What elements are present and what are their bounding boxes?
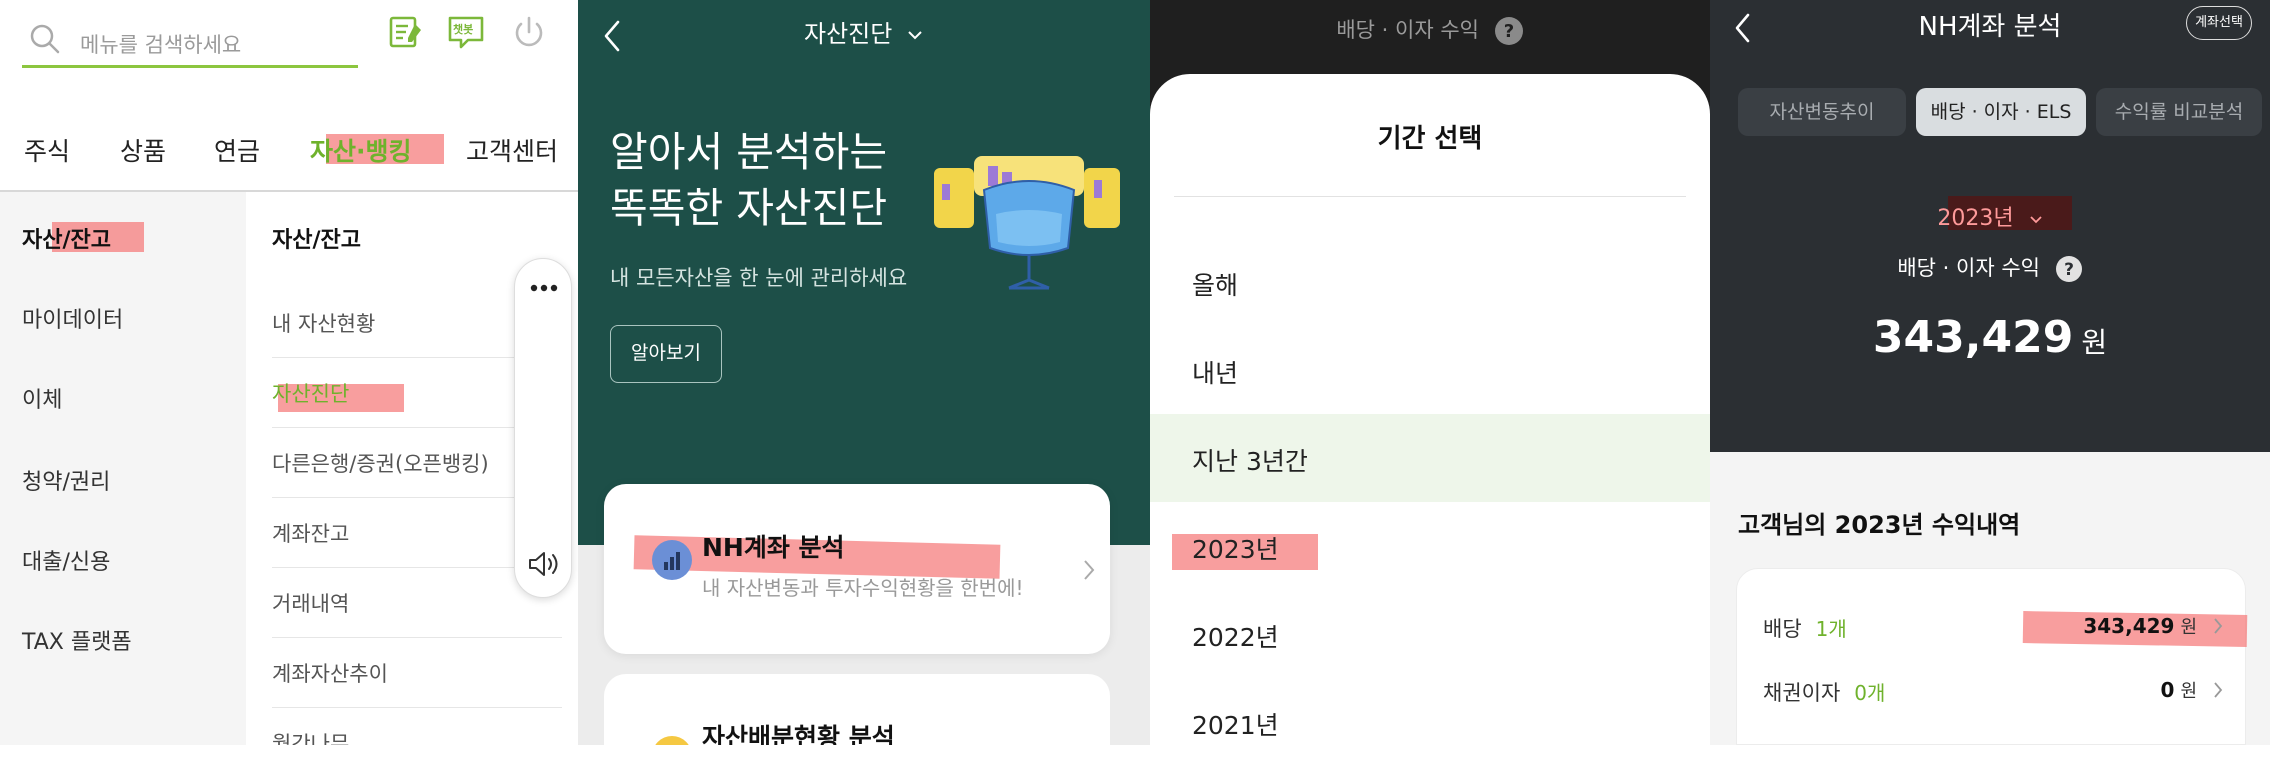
option-2021[interactable]: 2021년 bbox=[1150, 678, 1710, 745]
nav-tax-platform[interactable]: TAX 플랫폼 bbox=[22, 624, 132, 656]
power-icon[interactable] bbox=[509, 12, 549, 52]
hero-subtitle: 내 모든자산을 한 눈에 관리하세요 bbox=[610, 266, 908, 290]
tab-dividend-interest-els[interactable]: 배당 · 이자 · ELS bbox=[1916, 88, 2086, 136]
menu-search-bar[interactable]: 메뉴를 검색하세요 bbox=[22, 12, 358, 68]
learn-more-button[interactable]: 알아보기 bbox=[610, 325, 722, 383]
bottom-sheet: 기간 선택 올해 내년 지난 3년간 2023년 2022년 2021년 bbox=[1150, 74, 1710, 745]
section-title: 자산/잔고 bbox=[272, 228, 361, 253]
chevron-right-icon bbox=[1084, 560, 1095, 580]
card-title: NH계좌 분석 bbox=[702, 533, 845, 562]
total-income-amount: 343,429 원 bbox=[1872, 312, 2108, 363]
option-2023[interactable]: 2023년 bbox=[1150, 502, 1710, 590]
hero-headline: 알아서 분석하는 똑똑한 자산진단 bbox=[610, 128, 888, 232]
nav-subscription[interactable]: 청약/권리 bbox=[22, 464, 110, 496]
search-icon bbox=[30, 24, 60, 54]
chevron-right-icon bbox=[2214, 618, 2223, 634]
category-product[interactable]: 상품 bbox=[120, 132, 166, 168]
asset-allocation-card[interactable]: 자산배분현황 분석 bbox=[604, 674, 1110, 745]
chevron-down-icon bbox=[908, 31, 922, 40]
edit-icon[interactable] bbox=[386, 12, 426, 52]
more-icon[interactable] bbox=[529, 283, 559, 293]
dividend-value[interactable]: 343,429 원 bbox=[2083, 613, 2197, 639]
chevron-right-icon bbox=[2214, 682, 2223, 698]
allocation-icon bbox=[652, 736, 692, 745]
nav-mydata[interactable]: 마이데이터 bbox=[22, 302, 123, 334]
card-title: 자산배분현황 분석 bbox=[702, 723, 895, 745]
menu-item-monthly-tree[interactable]: 월간나무 bbox=[272, 708, 562, 745]
menu-panel: 메뉴를 검색하세요 챗봇 주식 상품 연금 자산·뱅킹 고객센터 자산/잔고 마… bbox=[0, 0, 578, 745]
svg-text:?: ? bbox=[2064, 260, 2074, 280]
nh-account-analysis-panel: NH계좌 분석 계좌선택 자산변동추이 배당 · 이자 · ELS 수익률 비교… bbox=[1710, 0, 2270, 745]
background-title: 배당 · 이자 수익 ? bbox=[1150, 14, 1710, 46]
asset-diagnosis-panel: 자산진단 알아서 분석하는 똑똑한 자산진단 내 모든자산을 한 눈에 관리하세… bbox=[578, 0, 1150, 745]
speaker-icon[interactable] bbox=[527, 549, 561, 579]
chatbot-label: 챗봇 bbox=[453, 23, 474, 36]
floating-toolbar bbox=[514, 258, 572, 598]
search-input[interactable]: 메뉴를 검색하세요 bbox=[80, 29, 241, 59]
income-detail-box: 배당 1개 343,429 원 채권이자 0개 0원 bbox=[1736, 568, 2248, 745]
category-stock[interactable]: 주식 bbox=[24, 132, 70, 168]
chevron-down-icon bbox=[2029, 216, 2042, 224]
card-description: 내 자산변동과 투자수익현황을 한번에! bbox=[702, 576, 1024, 600]
tab-return-comparison[interactable]: 수익률 비교분석 bbox=[2096, 88, 2262, 136]
nav-loan[interactable]: 대출/신용 bbox=[22, 544, 110, 576]
option-2022[interactable]: 2022년 bbox=[1150, 590, 1710, 678]
category-customer-center[interactable]: 고객센터 bbox=[466, 132, 558, 168]
section-title: 고객님의 2023년 수익내역 bbox=[1738, 511, 2021, 539]
chatbot-icon[interactable]: 챗봇 bbox=[446, 12, 486, 52]
income-label: 배당 · 이자 수익 ? bbox=[1710, 252, 2270, 283]
chair-illustration bbox=[934, 156, 1120, 290]
year-selector[interactable]: 2023년 bbox=[1710, 200, 2270, 232]
row-label-bond-interest: 채권이자 0개 bbox=[1763, 681, 1886, 705]
nav-asset-balance[interactable]: 자산/잔고 bbox=[22, 222, 111, 254]
row-label-dividend: 배당 1개 bbox=[1763, 617, 1847, 641]
left-nav: 자산/잔고 마이데이터 이체 청약/권리 대출/신용 TAX 플랫폼 bbox=[0, 192, 246, 745]
help-icon: ? bbox=[1494, 17, 1523, 45]
nh-account-analysis-card[interactable]: NH계좌 분석 내 자산변동과 투자수익현황을 한번에! bbox=[604, 484, 1110, 654]
sheet-divider bbox=[1174, 196, 1686, 197]
option-last-3-years[interactable]: 지난 3년간 bbox=[1150, 414, 1710, 502]
category-pension[interactable]: 연금 bbox=[214, 132, 260, 168]
bond-interest-value[interactable]: 0원 bbox=[2161, 677, 2197, 703]
help-icon[interactable]: ? bbox=[2055, 255, 2083, 283]
page-title[interactable]: 자산진단 bbox=[578, 14, 1150, 49]
category-asset-banking[interactable]: 자산·뱅킹 bbox=[310, 132, 412, 168]
svg-text:?: ? bbox=[1503, 21, 1513, 42]
option-next-year[interactable]: 내년 bbox=[1150, 326, 1710, 414]
sheet-title: 기간 선택 bbox=[1377, 124, 1483, 154]
menu-item-account-trend[interactable]: 계좌자산추이 bbox=[272, 638, 562, 708]
account-select-button[interactable]: 계좌선택 bbox=[2186, 6, 2252, 40]
tab-asset-trend[interactable]: 자산변동추이 bbox=[1738, 88, 1906, 136]
nav-transfer[interactable]: 이체 bbox=[22, 382, 62, 414]
option-this-year[interactable]: 올해 bbox=[1150, 238, 1710, 326]
chart-icon bbox=[652, 540, 692, 580]
period-select-panel: 배당 · 이자 수익 ? 기간 선택 올해 내년 지난 3년간 2023년 20… bbox=[1150, 0, 1710, 745]
